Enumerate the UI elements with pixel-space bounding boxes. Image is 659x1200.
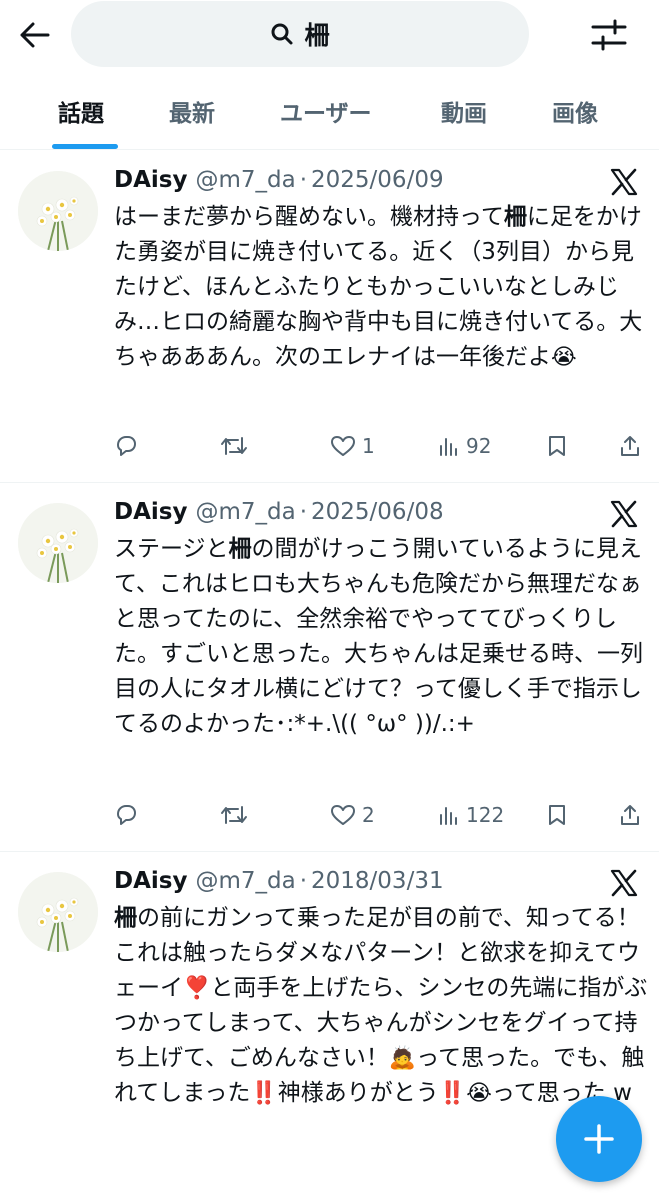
compose-plus-icon (584, 1124, 614, 1154)
tweet-date[interactable]: 2025/06/09 (311, 167, 444, 193)
retweet-button[interactable] (220, 434, 254, 458)
crying-face-emoji: 😭 (551, 345, 577, 370)
separator-dot: · (299, 499, 308, 525)
tweet-text-part: の間がけっこう開いているように見えて、これはヒロも大ちゃんも危険だから無理だなぁ… (114, 536, 643, 737)
avatar[interactable] (18, 171, 98, 251)
separator-dot: · (299, 167, 308, 193)
bookmark-icon (549, 436, 565, 456)
double-exclamation-emoji: ‼️ (438, 1081, 467, 1106)
views-button[interactable]: 122 (438, 803, 504, 827)
tweet-card[interactable]: DAisy @m7_da · 2025/06/08 ステージと柵の間がけっこう開… (0, 483, 659, 852)
tweet-actions: 1 92 (0, 434, 659, 468)
avatar[interactable] (18, 503, 98, 583)
x-logo-icon (610, 500, 638, 528)
views-icon (440, 807, 457, 825)
view-count: 122 (466, 803, 505, 827)
reply-icon (117, 436, 136, 456)
share-button[interactable] (619, 803, 641, 827)
like-button[interactable]: 2 (330, 803, 375, 827)
tweet-header: DAisy @m7_da · 2025/06/09 (114, 167, 444, 201)
reply-icon (117, 805, 136, 825)
like-count: 1 (362, 434, 375, 458)
retweet-icon (221, 437, 247, 455)
tweet-text: はーまだ夢から醒めない。機材持って柵に足をかけた勇姿が目に焼き付いてる。近く（3… (114, 200, 649, 410)
retweet-icon (221, 806, 247, 824)
search-tabs: 話題 最新 ユーザー 動画 画像 (0, 80, 659, 150)
filter-sliders-icon (591, 19, 627, 51)
display-name[interactable]: DAisy (114, 868, 187, 894)
tweet-card[interactable]: DAisy @m7_da · 2025/06/09 はーまだ夢から醒めない。機材… (0, 151, 659, 483)
tab-videos[interactable]: 動画 (441, 94, 487, 128)
tab-people[interactable]: ユーザー (280, 94, 372, 128)
like-button[interactable]: 1 (330, 434, 375, 458)
compose-button[interactable] (556, 1096, 642, 1182)
share-icon (621, 805, 639, 825)
search-term-highlight: 柵 (114, 905, 137, 931)
share-button[interactable] (619, 434, 641, 458)
heart-exclamation-emoji: ❣️ (183, 976, 211, 1001)
view-count: 92 (466, 434, 492, 458)
retweet-button[interactable] (220, 803, 254, 827)
tweet-date[interactable]: 2025/06/08 (311, 499, 444, 525)
search-term-highlight: 柵 (503, 204, 527, 230)
display-name[interactable]: DAisy (114, 167, 187, 193)
user-handle[interactable]: @m7_da (195, 167, 295, 193)
bowing-person-emoji: 🙇 (388, 1046, 417, 1071)
like-count: 2 (362, 803, 375, 827)
share-icon (621, 436, 639, 456)
bookmark-icon (549, 805, 565, 825)
x-logo-icon (610, 168, 638, 196)
tweet-text: ステージと柵の間がけっこう開いているように見えて、これはヒロも大ちゃんも危険だか… (114, 532, 649, 782)
reply-button[interactable] (114, 434, 144, 458)
tweet-header: DAisy @m7_da · 2025/06/08 (114, 499, 444, 533)
search-input[interactable]: 柵 (71, 1, 529, 67)
tab-images[interactable]: 画像 (552, 94, 598, 128)
active-tab-indicator (52, 144, 118, 149)
tweet-header: DAisy @m7_da · 2018/03/31 (114, 868, 444, 902)
user-handle[interactable]: @m7_da (195, 499, 295, 525)
bookmark-button[interactable] (546, 803, 568, 827)
bookmark-button[interactable] (546, 434, 568, 458)
tweet-text-part: ステージと (114, 536, 229, 562)
search-term-highlight: 柵 (228, 536, 252, 562)
back-button[interactable] (14, 14, 56, 56)
tweet-actions: 2 122 (0, 803, 659, 837)
views-button[interactable]: 92 (438, 434, 491, 458)
filter-button[interactable] (586, 14, 632, 56)
views-icon (440, 438, 457, 456)
user-handle[interactable]: @m7_da (195, 868, 295, 894)
tweet-text-part: はーまだ夢から醒めない。機材持って (114, 204, 504, 230)
tab-top[interactable]: 話題 (58, 94, 104, 128)
double-exclamation-emoji: ‼️ (250, 1081, 278, 1106)
separator-dot: · (299, 868, 308, 894)
back-arrow-icon (20, 22, 50, 48)
search-icon (271, 23, 293, 45)
x-logo-icon (610, 869, 638, 897)
tweet-text-part: 神様ありがとう (277, 1080, 439, 1106)
tab-latest[interactable]: 最新 (169, 94, 215, 128)
display-name[interactable]: DAisy (114, 499, 187, 525)
reply-button[interactable] (114, 803, 144, 827)
search-query: 柵 (304, 21, 330, 50)
avatar[interactable] (18, 872, 98, 952)
crying-face-emoji: 😭 (466, 1081, 492, 1106)
like-icon (331, 436, 355, 456)
top-bar: 柵 (0, 0, 659, 70)
like-icon (331, 805, 355, 825)
tweet-date[interactable]: 2018/03/31 (311, 868, 444, 894)
